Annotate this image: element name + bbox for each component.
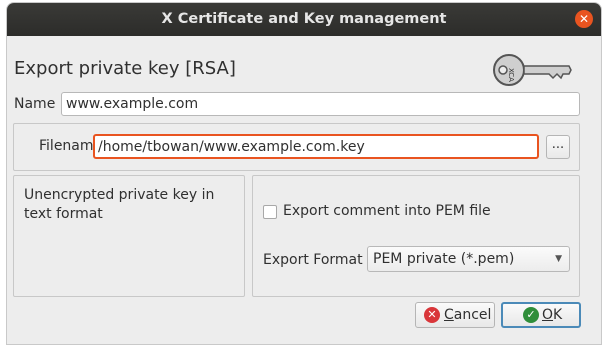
- name-label: Name: [14, 96, 56, 112]
- export-format-select[interactable]: PEM private (*.pem) ▼: [367, 246, 570, 272]
- export-comment-checkbox[interactable]: [263, 205, 277, 219]
- export-format-value: PEM private (*.pem): [373, 251, 515, 267]
- dialog-heading: Export private key [RSA]: [14, 58, 236, 79]
- options-group: [252, 175, 580, 297]
- chevron-down-icon: ▼: [555, 254, 562, 264]
- cancel-label: Cancel: [444, 307, 492, 323]
- logo-text: XCA: [507, 68, 515, 82]
- format-description: Unencrypted private key in text format: [24, 187, 215, 222]
- cancel-button[interactable]: ✕ Cancel: [415, 302, 495, 328]
- browse-button[interactable]: ...: [546, 135, 570, 159]
- key-icon: XCA: [493, 54, 572, 86]
- ok-button[interactable]: ✓ OK: [501, 302, 581, 328]
- close-button[interactable]: ✕: [575, 10, 593, 28]
- ok-label: OK: [542, 307, 563, 323]
- filename-input[interactable]: /home/tbowan/www.example.com.key: [93, 134, 539, 159]
- title-bar: X Certificate and Key management ✕: [7, 3, 601, 36]
- export-comment-label[interactable]: Export comment into PEM file: [283, 203, 491, 219]
- name-input[interactable]: www.example.com: [61, 92, 580, 116]
- checkmark-icon: ✓: [523, 307, 539, 323]
- window-title: X Certificate and Key management: [161, 11, 447, 27]
- export-format-label: Export Format: [263, 252, 363, 268]
- cancel-icon: ✕: [424, 307, 440, 323]
- close-icon: ✕: [578, 12, 590, 26]
